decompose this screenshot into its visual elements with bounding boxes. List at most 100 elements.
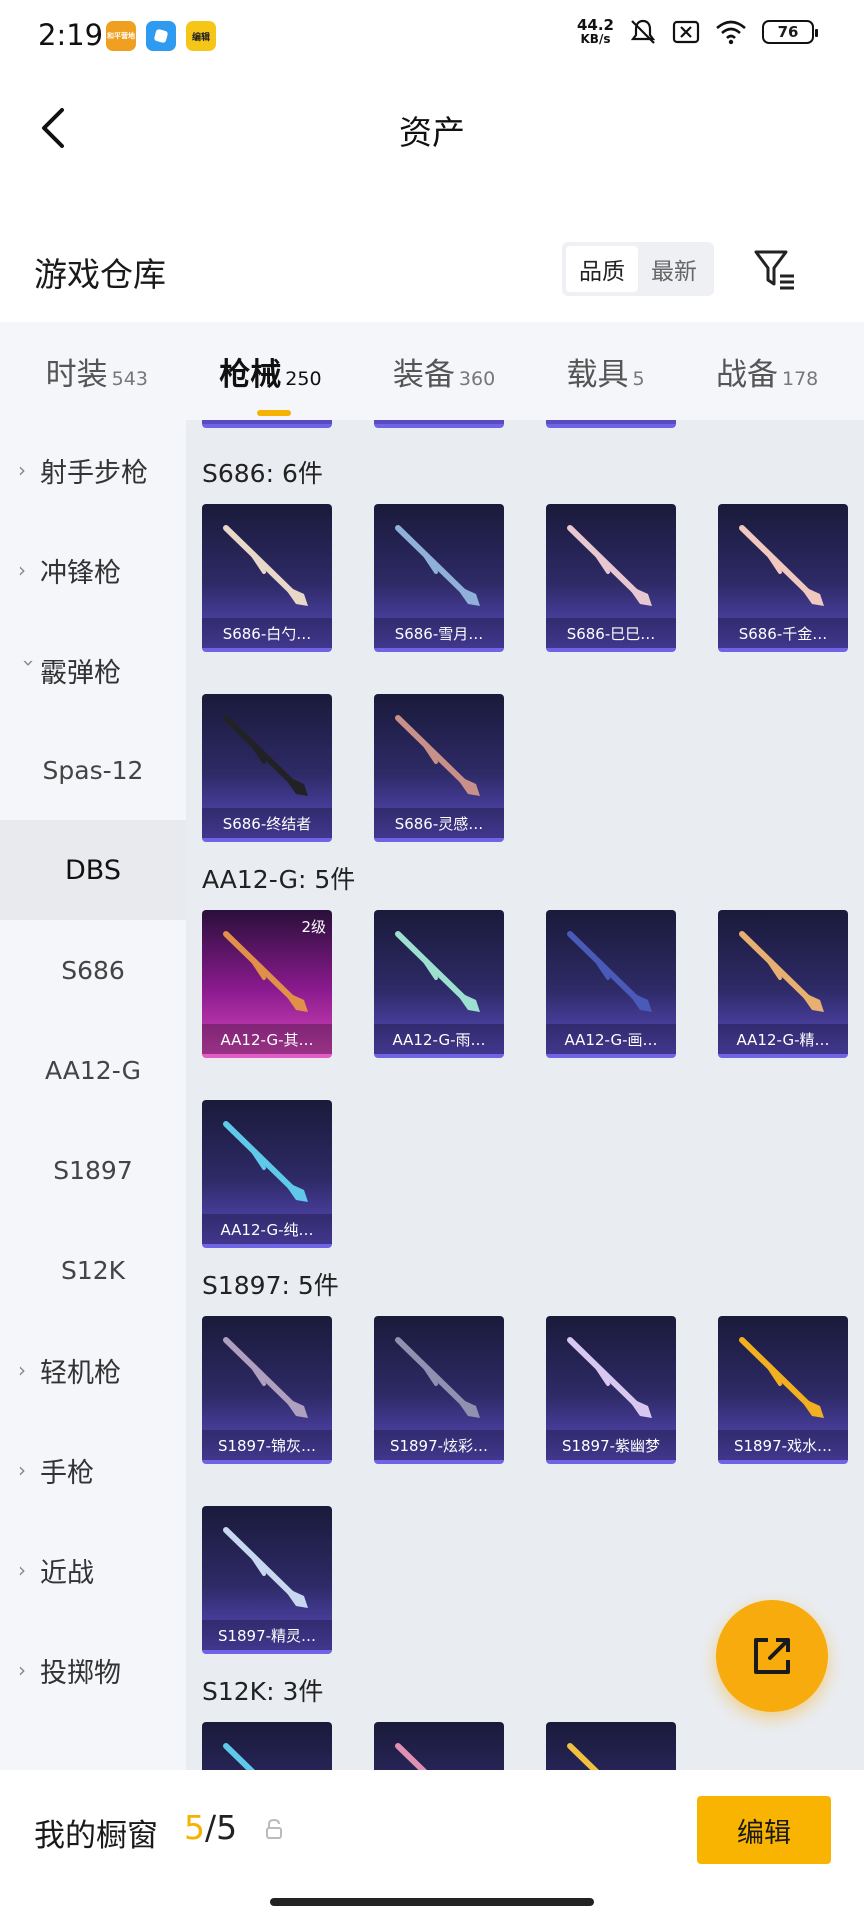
home-indicator <box>270 1898 594 1906</box>
status-app-icons: 和平营地 编辑 <box>106 21 216 51</box>
mute-icon <box>630 19 656 44</box>
tab-count: 543 <box>111 367 148 390</box>
sidebar-item-marksman-rifle[interactable]: › 射手步枪 <box>0 420 186 520</box>
chevron-down-icon: › <box>17 659 41 667</box>
item-card[interactable]: AA12-G-精… <box>718 910 848 1058</box>
tab-count: 250 <box>285 367 322 390</box>
item-card[interactable]: S686-千金… <box>718 504 848 652</box>
item-card[interactable] <box>202 1722 332 1770</box>
weapon-icon <box>223 1527 308 1608</box>
edit-button[interactable]: 编辑 <box>697 1796 831 1864</box>
status-bar: 2:19 和平营地 编辑 44.2 KB/s 76 <box>0 0 864 78</box>
warehouse-title: 游戏仓库 <box>34 255 166 294</box>
status-time: 2:19 <box>38 18 104 52</box>
item-card[interactable]: S686-巳巳… <box>546 504 676 652</box>
sidebar-item-shotgun[interactable]: › 霰弹枪 <box>0 620 186 720</box>
sidebar-item-throwables[interactable]: › 投掷物 <box>0 1620 186 1720</box>
item-card[interactable]: AA12-G-纯… <box>202 1100 332 1248</box>
item-card[interactable]: 2级 AA12-G-其… <box>202 910 332 1058</box>
sort-newest-button[interactable]: 最新 <box>638 246 710 292</box>
item-card[interactable] <box>374 1722 504 1770</box>
share-fab-button[interactable] <box>716 1600 828 1712</box>
item-label: S686-巳巳… <box>546 618 676 648</box>
sidebar-item-spas12[interactable]: Spas-12 <box>0 720 186 820</box>
chevron-right-icon: › <box>18 1658 26 1682</box>
tab-label: 载具 <box>566 356 629 393</box>
item-label: S1897-锦灰… <box>202 1430 332 1460</box>
item-card[interactable]: S686-终结者 <box>202 694 332 842</box>
tab-label: 枪械 <box>219 356 282 393</box>
item-card[interactable]: S686-灵感… <box>374 694 504 842</box>
sidebar-item-lmg[interactable]: › 轻机枪 <box>0 1320 186 1420</box>
weapon-icon <box>395 931 480 1012</box>
item-card[interactable]: AA12-G-画… <box>546 910 676 1058</box>
weapon-icon <box>739 931 824 1012</box>
item-card[interactable] <box>546 1722 676 1770</box>
sidebar-item-melee[interactable]: › 近战 <box>0 1520 186 1620</box>
sidebar-item-s686[interactable]: S686 <box>0 920 186 1020</box>
weapon-icon <box>739 1337 824 1418</box>
tab-equipment[interactable]: 装备 360 <box>393 349 495 394</box>
net-speed: 44.2 KB/s <box>576 16 614 47</box>
item-card[interactable] <box>202 420 332 428</box>
showcase-total: 5 <box>216 1808 238 1847</box>
tab-label: 战备 <box>716 356 778 393</box>
item-label: S686-雪月… <box>374 618 504 648</box>
weapon-icon <box>223 715 308 796</box>
item-card[interactable]: S1897-炫彩… <box>374 1316 504 1464</box>
sidebar-item-aa12g[interactable]: AA12-G <box>0 1020 186 1120</box>
wifi-icon <box>716 20 746 45</box>
item-label: S686-灵感… <box>374 808 504 838</box>
sidebar-item-label: 冲锋枪 <box>40 557 121 589</box>
sidebar-item-pistol[interactable]: › 手枪 <box>0 1420 186 1520</box>
item-label: AA12-G-雨… <box>374 1024 504 1054</box>
sort-toggle: 品质 最新 <box>562 242 714 296</box>
chevron-right-icon: › <box>18 1558 26 1582</box>
item-label: S1897-精灵… <box>202 1620 332 1650</box>
item-card[interactable]: S686-白勺… <box>202 504 332 652</box>
sidebar-item-smg[interactable]: › 冲锋枪 <box>0 520 186 620</box>
weapon-icon <box>395 525 480 606</box>
item-card[interactable] <box>374 420 504 428</box>
tab-label: 时装 <box>45 356 108 393</box>
weapon-icon <box>223 1121 308 1202</box>
weapon-type-sidebar: › 射手步枪 › 冲锋枪 › 霰弹枪 Spas-12 DBS S686 AA12… <box>0 420 186 1770</box>
item-label: S1897-紫幽梦 <box>546 1430 676 1460</box>
sidebar-item-label: 投掷物 <box>40 1657 121 1689</box>
tab-count: 360 <box>458 367 496 390</box>
sidebar-item-s12k[interactable]: S12K <box>0 1220 186 1320</box>
tab-weapons[interactable]: 枪械 250 <box>219 349 322 416</box>
chevron-right-icon: › <box>18 1358 26 1382</box>
item-card[interactable]: S1897-精灵… <box>202 1506 332 1654</box>
item-card[interactable] <box>546 420 676 428</box>
chevron-right-icon: › <box>18 458 26 482</box>
chevron-right-icon: › <box>18 558 26 582</box>
weapon-icon <box>223 525 308 606</box>
item-card[interactable]: S1897-紫幽梦 <box>546 1316 676 1464</box>
item-card[interactable]: S1897-锦灰… <box>202 1316 332 1464</box>
sidebar-item-dbs[interactable]: DBS <box>0 820 186 920</box>
item-card[interactable]: S686-雪月… <box>374 504 504 652</box>
tab-supplies[interactable]: 战备 178 <box>716 349 818 394</box>
showcase-bar: 我的橱窗 5/5 编辑 <box>0 1770 864 1920</box>
sidebar-item-label: 轻机枪 <box>40 1357 121 1389</box>
weapon-icon <box>223 1743 255 1770</box>
item-label: S1897-戏水… <box>718 1430 848 1460</box>
yellow-app-icon: 编辑 <box>186 21 216 51</box>
sort-quality-button[interactable]: 品质 <box>566 246 638 292</box>
item-card[interactable]: S1897-戏水… <box>718 1316 848 1464</box>
tab-fashion[interactable]: 时装 543 <box>46 349 148 394</box>
lock-icon <box>266 1818 282 1839</box>
sidebar-item-label: 霰弹枪 <box>40 657 121 689</box>
battery-indicator: 76 <box>762 20 818 44</box>
tab-count: 5 <box>632 367 645 390</box>
showcase-label: 我的橱窗 <box>34 1818 158 1854</box>
filter-button[interactable] <box>752 248 798 292</box>
game-app-icon: 和平营地 <box>106 21 136 51</box>
item-card[interactable]: AA12-G-雨… <box>374 910 504 1058</box>
weapon-icon <box>223 1337 308 1418</box>
tab-vehicles[interactable]: 载具 5 <box>567 349 645 394</box>
sidebar-item-s1897[interactable]: S1897 <box>0 1120 186 1220</box>
sidebar-item-label: 射手步枪 <box>40 457 148 489</box>
weapon-icon <box>395 715 480 796</box>
